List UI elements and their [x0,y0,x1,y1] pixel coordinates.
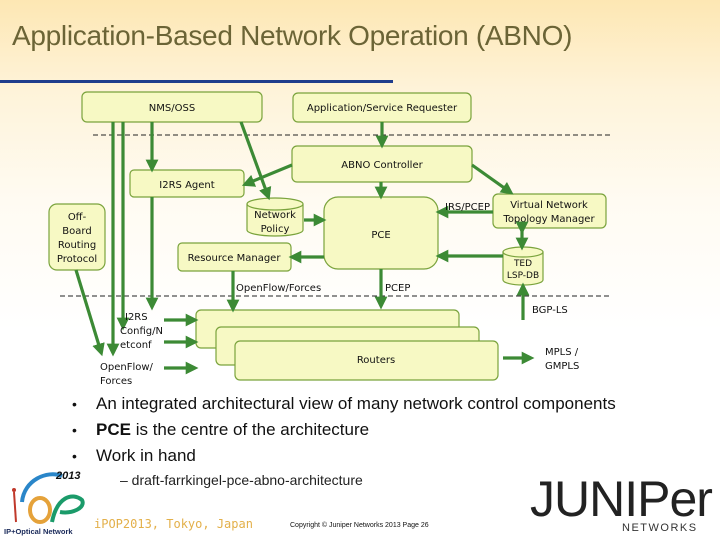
bullet-text: Work in hand [96,446,196,465]
bullet-rest: is the centre of the architecture [130,420,370,439]
juniper-logo-subtitle: NETWORKS [622,522,698,534]
openflow-left-line-2: Forces [100,376,132,387]
footer-copyright: Copyright © Juniper Networks 2013 Page 2… [290,522,429,529]
config-netconf-line-1: Config/N [120,326,163,337]
network-policy-line-2: Policy [261,224,290,235]
ted-label: TED [513,259,532,269]
routers-label: Routers [357,355,395,366]
ted-lspdb-cylinder[interactable]: TED LSP-DB [502,246,544,286]
pce-label: PCE [371,230,390,241]
vntm-line-1: Virtual Network [510,200,588,211]
i2rs-agent-label: I2RS Agent [159,180,214,191]
bullet-dot: • [72,422,77,438]
offboard-line-2: Board [62,226,91,237]
config-netconf-line-2: etconf [120,340,152,351]
network-policy-cylinder[interactable]: Network Policy [246,197,304,237]
bullet-bold-prefix: PCE [96,420,131,439]
ipop-caption: IP+Optical Network [4,527,73,536]
app-requester-box[interactable]: Application/Service Requester [292,92,472,123]
bullet-text: An integrated architectural view of many… [96,394,616,413]
nms-oss-label: NMS/OSS [149,103,195,114]
mpls-label-line-1: MPLS / [545,347,579,358]
i2rs-agent-box[interactable]: I2RS Agent [129,169,245,198]
vntm-box[interactable]: Virtual Network Topology Manager [492,193,607,229]
pce-box[interactable]: PCE [323,196,439,270]
ipop-logo-o [28,496,52,524]
bgp-ls-label: BGP-LS [532,305,568,316]
routers-stack[interactable]: Routers [195,309,499,381]
offboard-line-1: Off- [68,212,87,223]
ipop-logo-p [50,494,85,523]
arrow-abno-to-vntm [471,163,514,195]
nms-oss-box[interactable]: NMS/OSS [81,91,263,123]
offboard-line-4: Protocol [57,254,97,265]
mpls-label-line-2: GMPLS [545,361,579,372]
irs-pcep-label: IRS/PCEP [445,202,490,213]
offboard-line-3: Routing [58,240,96,251]
resource-manager-label: Resource Manager [188,253,282,264]
openflow-forces-label: OpenFlow/Forces [236,283,321,294]
arrow-offboard-to-openflow [74,269,105,357]
abno-controller-box[interactable]: ABNO Controller [291,145,473,183]
ipop-logo-dot [12,488,16,492]
juniper-logo: JUNIPer [530,471,713,527]
bullet-dot: • [72,396,77,412]
pcep-label: PCEP [385,283,410,294]
ipop-logo-i [13,491,17,523]
i2rs-label: I2RS [125,312,148,323]
resource-manager-box[interactable]: Resource Manager [177,242,292,272]
app-requester-label: Application/Service Requester [307,103,458,114]
arrow-abno-to-i2rs-agent [241,163,293,187]
bullet-text: PCE is the centre of the architecture [96,419,369,441]
offboard-routing-box[interactable]: Off- Board Routing Protocol [48,203,106,271]
footer-venue: iPOP2013, Tokyo, Japan [94,517,253,531]
ipop-year: 2013 [56,470,81,482]
vntm-line-2: Topology Manager [502,214,595,225]
lspdb-label: LSP-DB [507,271,539,281]
openflow-left-line-1: OpenFlow/ [100,362,154,373]
abno-controller-label: ABNO Controller [341,160,423,171]
network-policy-line-1: Network [254,210,296,221]
arrow-nms-to-policy [239,121,272,201]
sub-bullet: – draft-farrkingel-pce-abno-architecture [120,472,363,488]
